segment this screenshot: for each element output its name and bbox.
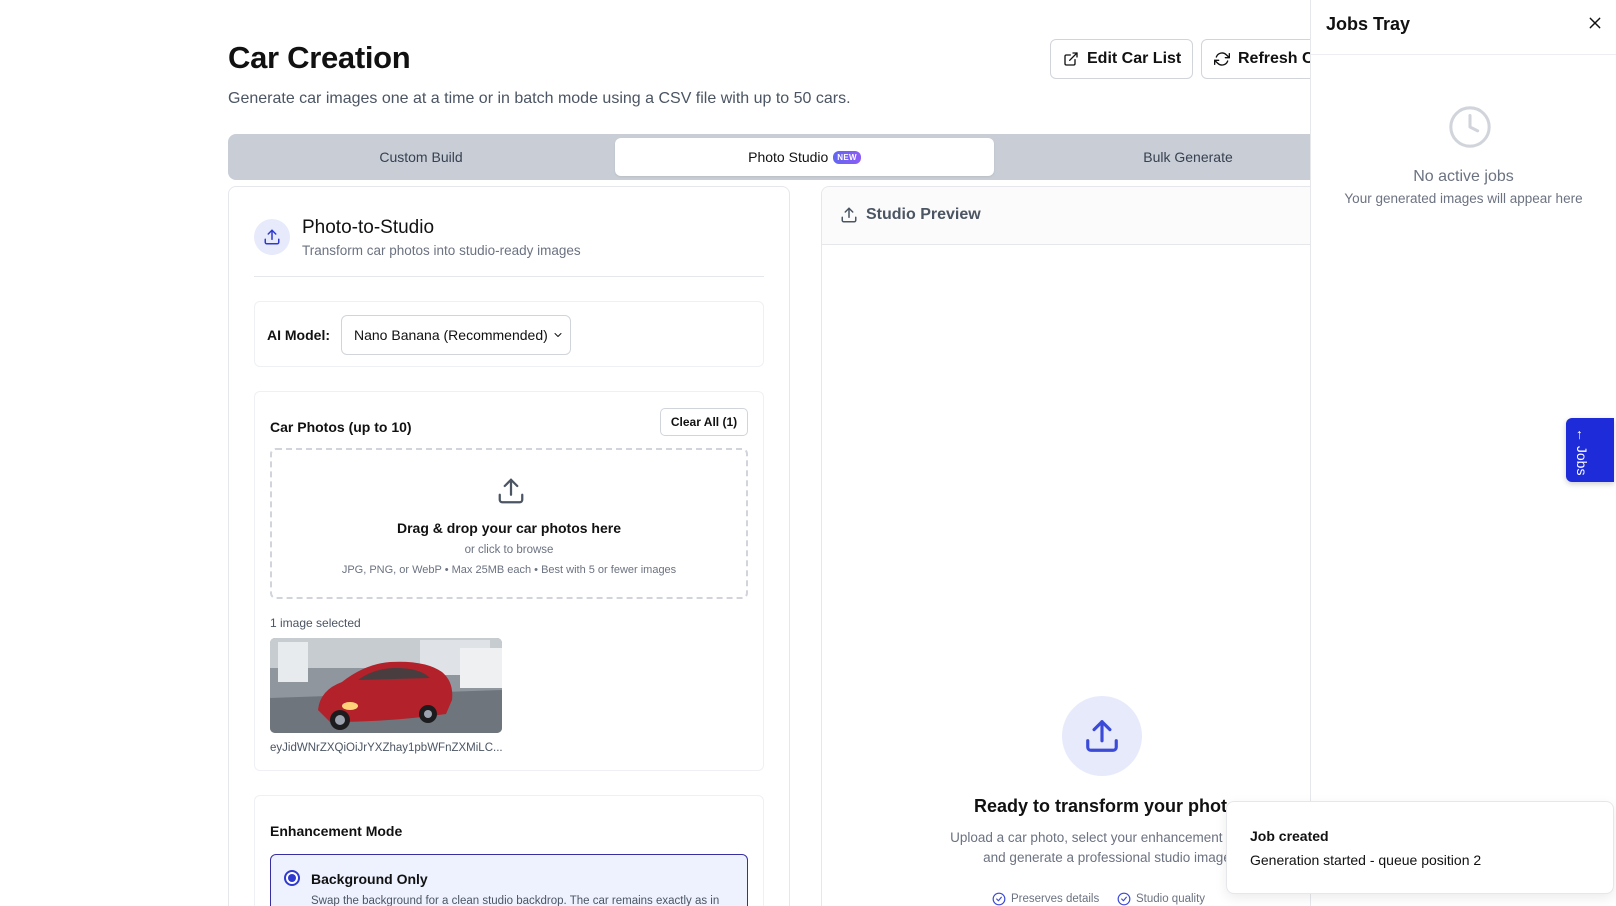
page-title: Car Creation [228, 40, 411, 75]
photo-to-studio-card: Photo-to-Studio Transform car photos int… [228, 186, 790, 906]
ai-model-panel: AI Model: Nano Banana (Recommended) [254, 301, 764, 367]
dropzone-title: Drag & drop your car photos here [396, 520, 622, 536]
toast-title: Job created [1250, 828, 1329, 844]
new-badge: NEW [833, 150, 861, 164]
refresh-label: Refresh C [1238, 50, 1314, 67]
mode-tabs: Custom Build Photo Studio NEW Bulk Genera… [228, 134, 1328, 180]
divider [254, 276, 764, 277]
section-subtitle: Transform car photos into studio-ready i… [302, 243, 581, 258]
upload-icon [1062, 696, 1142, 776]
section-title: Photo-to-Studio [302, 217, 435, 238]
studio-preview-title: Studio Preview [866, 206, 981, 223]
studio-preview-header: Studio Preview [822, 187, 1340, 245]
tab-bulk-generate-label: Bulk Generate [1143, 149, 1233, 165]
upload-icon [498, 478, 524, 504]
page-subtitle: Generate car images one at a time or in … [228, 90, 851, 107]
jobs-tray-header: Jobs Tray [1311, 0, 1616, 55]
external-link-icon [1064, 52, 1078, 66]
feature-2-label: Studio quality [1136, 893, 1206, 905]
upload-icon [254, 219, 290, 255]
ready-title: Ready to transform your photo [974, 796, 1239, 816]
car-photo-thumbnail[interactable] [270, 638, 502, 733]
chevron-down-icon [554, 333, 562, 337]
enhancement-option-desc: Swap the background for a clean studio b… [311, 895, 720, 906]
refresh-icon [1214, 52, 1230, 66]
check-circle-icon [992, 892, 1006, 906]
close-icon[interactable] [1587, 15, 1603, 31]
photo-dropzone[interactable]: Drag & drop your car photos here or clic… [270, 448, 748, 599]
edit-car-list-button[interactable]: Edit Car List [1050, 39, 1193, 79]
tab-photo-studio[interactable]: Photo Studio NEW [615, 138, 994, 176]
no-active-jobs-sub: Your generated images will appear here [1344, 191, 1583, 206]
radio-selected[interactable] [284, 870, 300, 886]
tab-photo-studio-label: Photo Studio [748, 149, 829, 165]
feature-1-label: Preserves details [1011, 893, 1100, 905]
enhancement-mode-title: Enhancement Mode [270, 823, 403, 839]
studio-preview-card: Studio Preview Ready to transform your p… [821, 186, 1341, 906]
feature-studio-quality: Studio quality [1117, 892, 1205, 906]
page: Car Creation Generate car images one at … [0, 0, 1616, 906]
refresh-button[interactable]: Refresh C [1201, 39, 1321, 79]
enhancement-mode-panel: Enhancement Mode Background Only Swap th… [254, 795, 764, 906]
enhancement-option-title: Background Only [311, 871, 428, 887]
no-active-jobs: No active jobs [1413, 168, 1514, 185]
jobs-tab-label: ← Jobs [1574, 428, 1590, 476]
selected-count: 1 image selected [270, 616, 361, 630]
enhancement-option-background-only[interactable]: Background Only Swap the background for … [270, 854, 748, 906]
check-circle-icon [1117, 892, 1131, 906]
thumbnail-filename: eyJidWNrZXQiOiJrYXZhay1pbWFnZXMiLC... [270, 742, 503, 754]
clock-icon [1449, 106, 1491, 148]
jobs-tray-title: Jobs Tray [1326, 14, 1411, 34]
tab-custom-build[interactable]: Custom Build [232, 138, 610, 176]
dropzone-hint: JPG, PNG, or WebP • Max 25MB each • Best… [341, 564, 677, 576]
feature-preserves-details: Preserves details [992, 892, 1099, 906]
toast-notification[interactable]: Job created Generation started - queue p… [1226, 801, 1614, 894]
ai-model-select[interactable]: Nano Banana (Recommended) [341, 315, 571, 355]
car-photos-panel: Car Photos (up to 10) Clear All (1) Drag… [254, 391, 764, 771]
dropzone-subtitle: or click to browse [464, 544, 554, 556]
ai-model-label: AI Model: [267, 327, 330, 343]
jobs-toggle-tab[interactable]: ← Jobs [1566, 418, 1614, 482]
edit-car-list-label: Edit Car List [1087, 50, 1182, 67]
tab-custom-build-label: Custom Build [379, 149, 463, 165]
clear-all-button[interactable]: Clear All (1) [660, 408, 748, 436]
ai-model-value: Nano Banana (Recommended) [354, 327, 548, 343]
upload-icon [841, 207, 857, 223]
toast-description: Generation started - queue position 2 [1250, 852, 1482, 868]
ready-description: Upload a car photo, select your enhancem… [950, 830, 1264, 865]
car-photos-title: Car Photos (up to 10) [270, 419, 412, 435]
